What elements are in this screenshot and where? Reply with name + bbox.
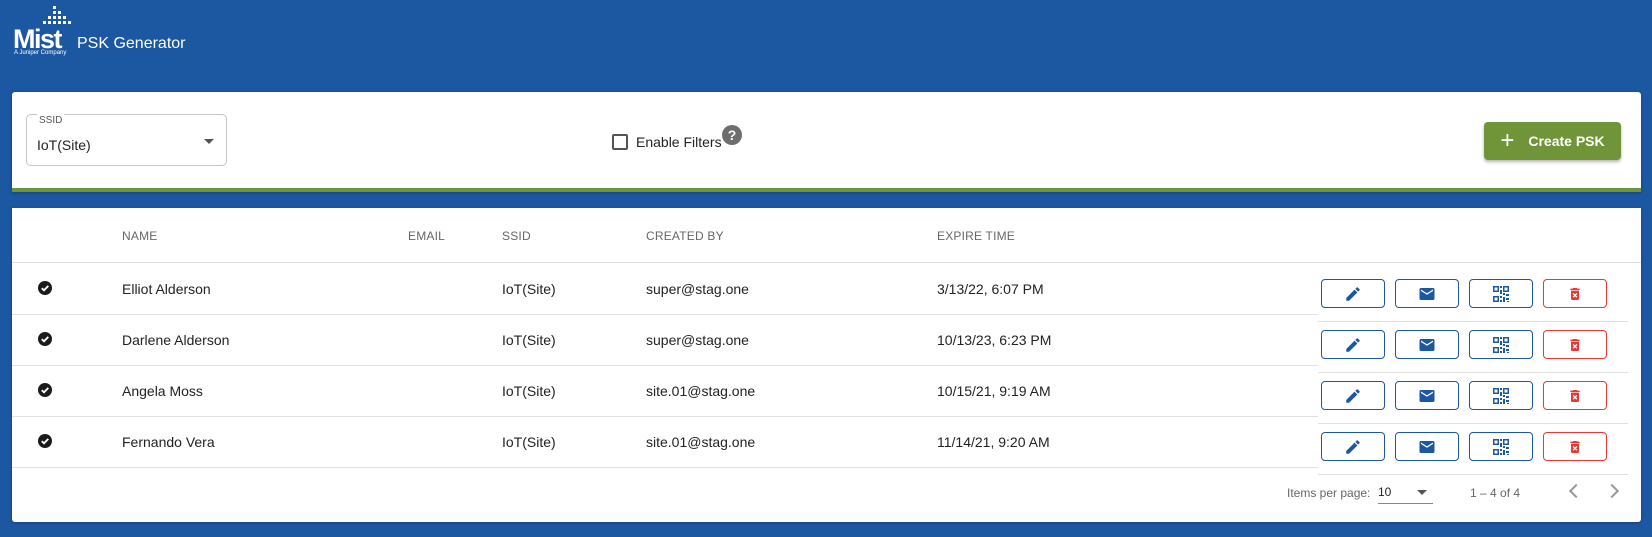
- enable-filters[interactable]: Enable Filters: [612, 134, 722, 150]
- cell-ssid: IoT(Site): [502, 332, 556, 348]
- column-header-expire-time[interactable]: EXPIRE TIME: [937, 229, 1015, 243]
- email-button[interactable]: [1395, 279, 1459, 308]
- check-circle-icon: [38, 332, 52, 346]
- edit-button[interactable]: [1321, 432, 1385, 461]
- table-row[interactable]: Elliot Alderson IoT(Site) super@stag.one 3/…: [12, 264, 1641, 322]
- email-button[interactable]: [1395, 432, 1459, 461]
- delete-button[interactable]: [1543, 279, 1607, 308]
- table-header: NAME EMAIL SSID CREATED BY EXPIRE TIME: [12, 208, 1641, 263]
- envelope-icon: [1417, 285, 1437, 303]
- row-divider: [12, 467, 1318, 468]
- pencil-icon: [1344, 285, 1362, 303]
- trash-icon: [1567, 285, 1583, 303]
- qr-code-button[interactable]: [1469, 432, 1533, 461]
- cell-ssid: IoT(Site): [502, 281, 556, 297]
- enable-filters-checkbox[interactable]: [612, 134, 628, 150]
- cell-created-by: super@stag.one: [646, 332, 749, 348]
- column-header-created-by[interactable]: CREATED BY: [646, 229, 724, 243]
- cell-created-by: super@stag.one: [646, 281, 749, 297]
- edit-button[interactable]: [1321, 381, 1385, 410]
- email-button[interactable]: [1395, 330, 1459, 359]
- check-circle-icon: [38, 383, 52, 397]
- envelope-icon: [1417, 336, 1437, 354]
- qr-code-button[interactable]: [1469, 279, 1533, 308]
- row-actions: [1321, 279, 1617, 308]
- table-row[interactable]: Angela Moss IoT(Site) site.01@stag.one 10/1…: [12, 366, 1641, 424]
- cell-name: Angela Moss: [122, 383, 203, 399]
- qr-code-icon: [1492, 387, 1510, 405]
- table-row[interactable]: Darlene Alderson IoT(Site) super@stag.one 1…: [12, 315, 1641, 373]
- cell-ssid: IoT(Site): [502, 383, 556, 399]
- paginator: Items per page: 10 1 – 4 of 4: [12, 478, 1641, 508]
- pencil-icon: [1344, 387, 1362, 405]
- previous-page-icon[interactable]: [1568, 483, 1584, 499]
- ssid-select[interactable]: SSID IoT(Site): [26, 114, 227, 166]
- cell-name: Fernando Vera: [122, 434, 215, 450]
- column-header-name[interactable]: NAME: [122, 229, 157, 243]
- page-range-label: 1 – 4 of 4: [1470, 486, 1521, 500]
- pencil-icon: [1344, 438, 1362, 456]
- cell-name: Elliot Alderson: [122, 281, 211, 297]
- trash-icon: [1567, 387, 1583, 405]
- column-header-email[interactable]: EMAIL: [408, 229, 445, 243]
- column-header-ssid[interactable]: SSID: [502, 229, 531, 243]
- create-psk-label: Create PSK: [1528, 133, 1605, 149]
- cell-expire-time: 10/13/23, 6:23 PM: [937, 332, 1052, 348]
- ssid-select-label: SSID: [37, 114, 65, 128]
- cell-created-by: site.01@stag.one: [646, 434, 756, 450]
- logo-subtitle: A Juniper Company: [14, 50, 67, 56]
- table-row[interactable]: Fernando Vera IoT(Site) site.01@stag.one 11…: [12, 417, 1641, 475]
- dropdown-arrow-icon: [1417, 490, 1427, 495]
- filter-card: SSID IoT(Site) Enable Filters ? + Create…: [12, 92, 1641, 192]
- delete-button[interactable]: [1543, 381, 1607, 410]
- dropdown-arrow-icon: [204, 139, 214, 144]
- cell-expire-time: 3/13/22, 6:07 PM: [937, 281, 1044, 297]
- qr-code-button[interactable]: [1469, 330, 1533, 359]
- cell-expire-time: 10/15/21, 9:19 AM: [937, 383, 1051, 399]
- qr-code-icon: [1492, 336, 1510, 354]
- envelope-icon: [1417, 387, 1437, 405]
- check-circle-icon: [38, 434, 52, 448]
- envelope-icon: [1417, 438, 1437, 456]
- next-page-icon[interactable]: [1604, 483, 1620, 499]
- edit-button[interactable]: [1321, 279, 1385, 308]
- row-actions: [1321, 381, 1617, 410]
- items-per-page-value: 10: [1378, 485, 1392, 499]
- row-divider: [1318, 474, 1628, 475]
- ssid-select-value: IoT(Site): [37, 137, 91, 153]
- delete-button[interactable]: [1543, 432, 1607, 461]
- items-per-page-select[interactable]: 10: [1378, 480, 1433, 504]
- app-title: PSK Generator: [77, 35, 186, 52]
- check-circle-icon: [38, 281, 52, 295]
- mist-logo: Mist A Juniper Company PSK Generator: [13, 6, 186, 58]
- help-icon[interactable]: ?: [722, 125, 742, 145]
- cell-name: Darlene Alderson: [122, 332, 230, 348]
- plus-icon: +: [1500, 127, 1515, 154]
- items-per-page-label: Items per page:: [1287, 486, 1371, 500]
- qr-code-icon: [1492, 438, 1510, 456]
- qr-code-button[interactable]: [1469, 381, 1533, 410]
- cell-expire-time: 11/14/21, 9:20 AM: [937, 434, 1050, 450]
- enable-filters-label: Enable Filters: [636, 134, 722, 150]
- cell-created-by: site.01@stag.one: [646, 383, 756, 399]
- trash-icon: [1567, 438, 1583, 456]
- cell-ssid: IoT(Site): [502, 434, 556, 450]
- row-actions: [1321, 432, 1617, 461]
- email-button[interactable]: [1395, 381, 1459, 410]
- delete-button[interactable]: [1543, 330, 1607, 359]
- create-psk-button[interactable]: + Create PSK: [1484, 122, 1621, 160]
- psk-table: NAME EMAIL SSID CREATED BY EXPIRE TIME E…: [12, 208, 1641, 522]
- pencil-icon: [1344, 336, 1362, 354]
- edit-button[interactable]: [1321, 330, 1385, 359]
- trash-icon: [1567, 336, 1583, 354]
- logo-mark: Mist A Juniper Company: [13, 6, 71, 58]
- qr-code-icon: [1492, 285, 1510, 303]
- row-actions: [1321, 330, 1617, 359]
